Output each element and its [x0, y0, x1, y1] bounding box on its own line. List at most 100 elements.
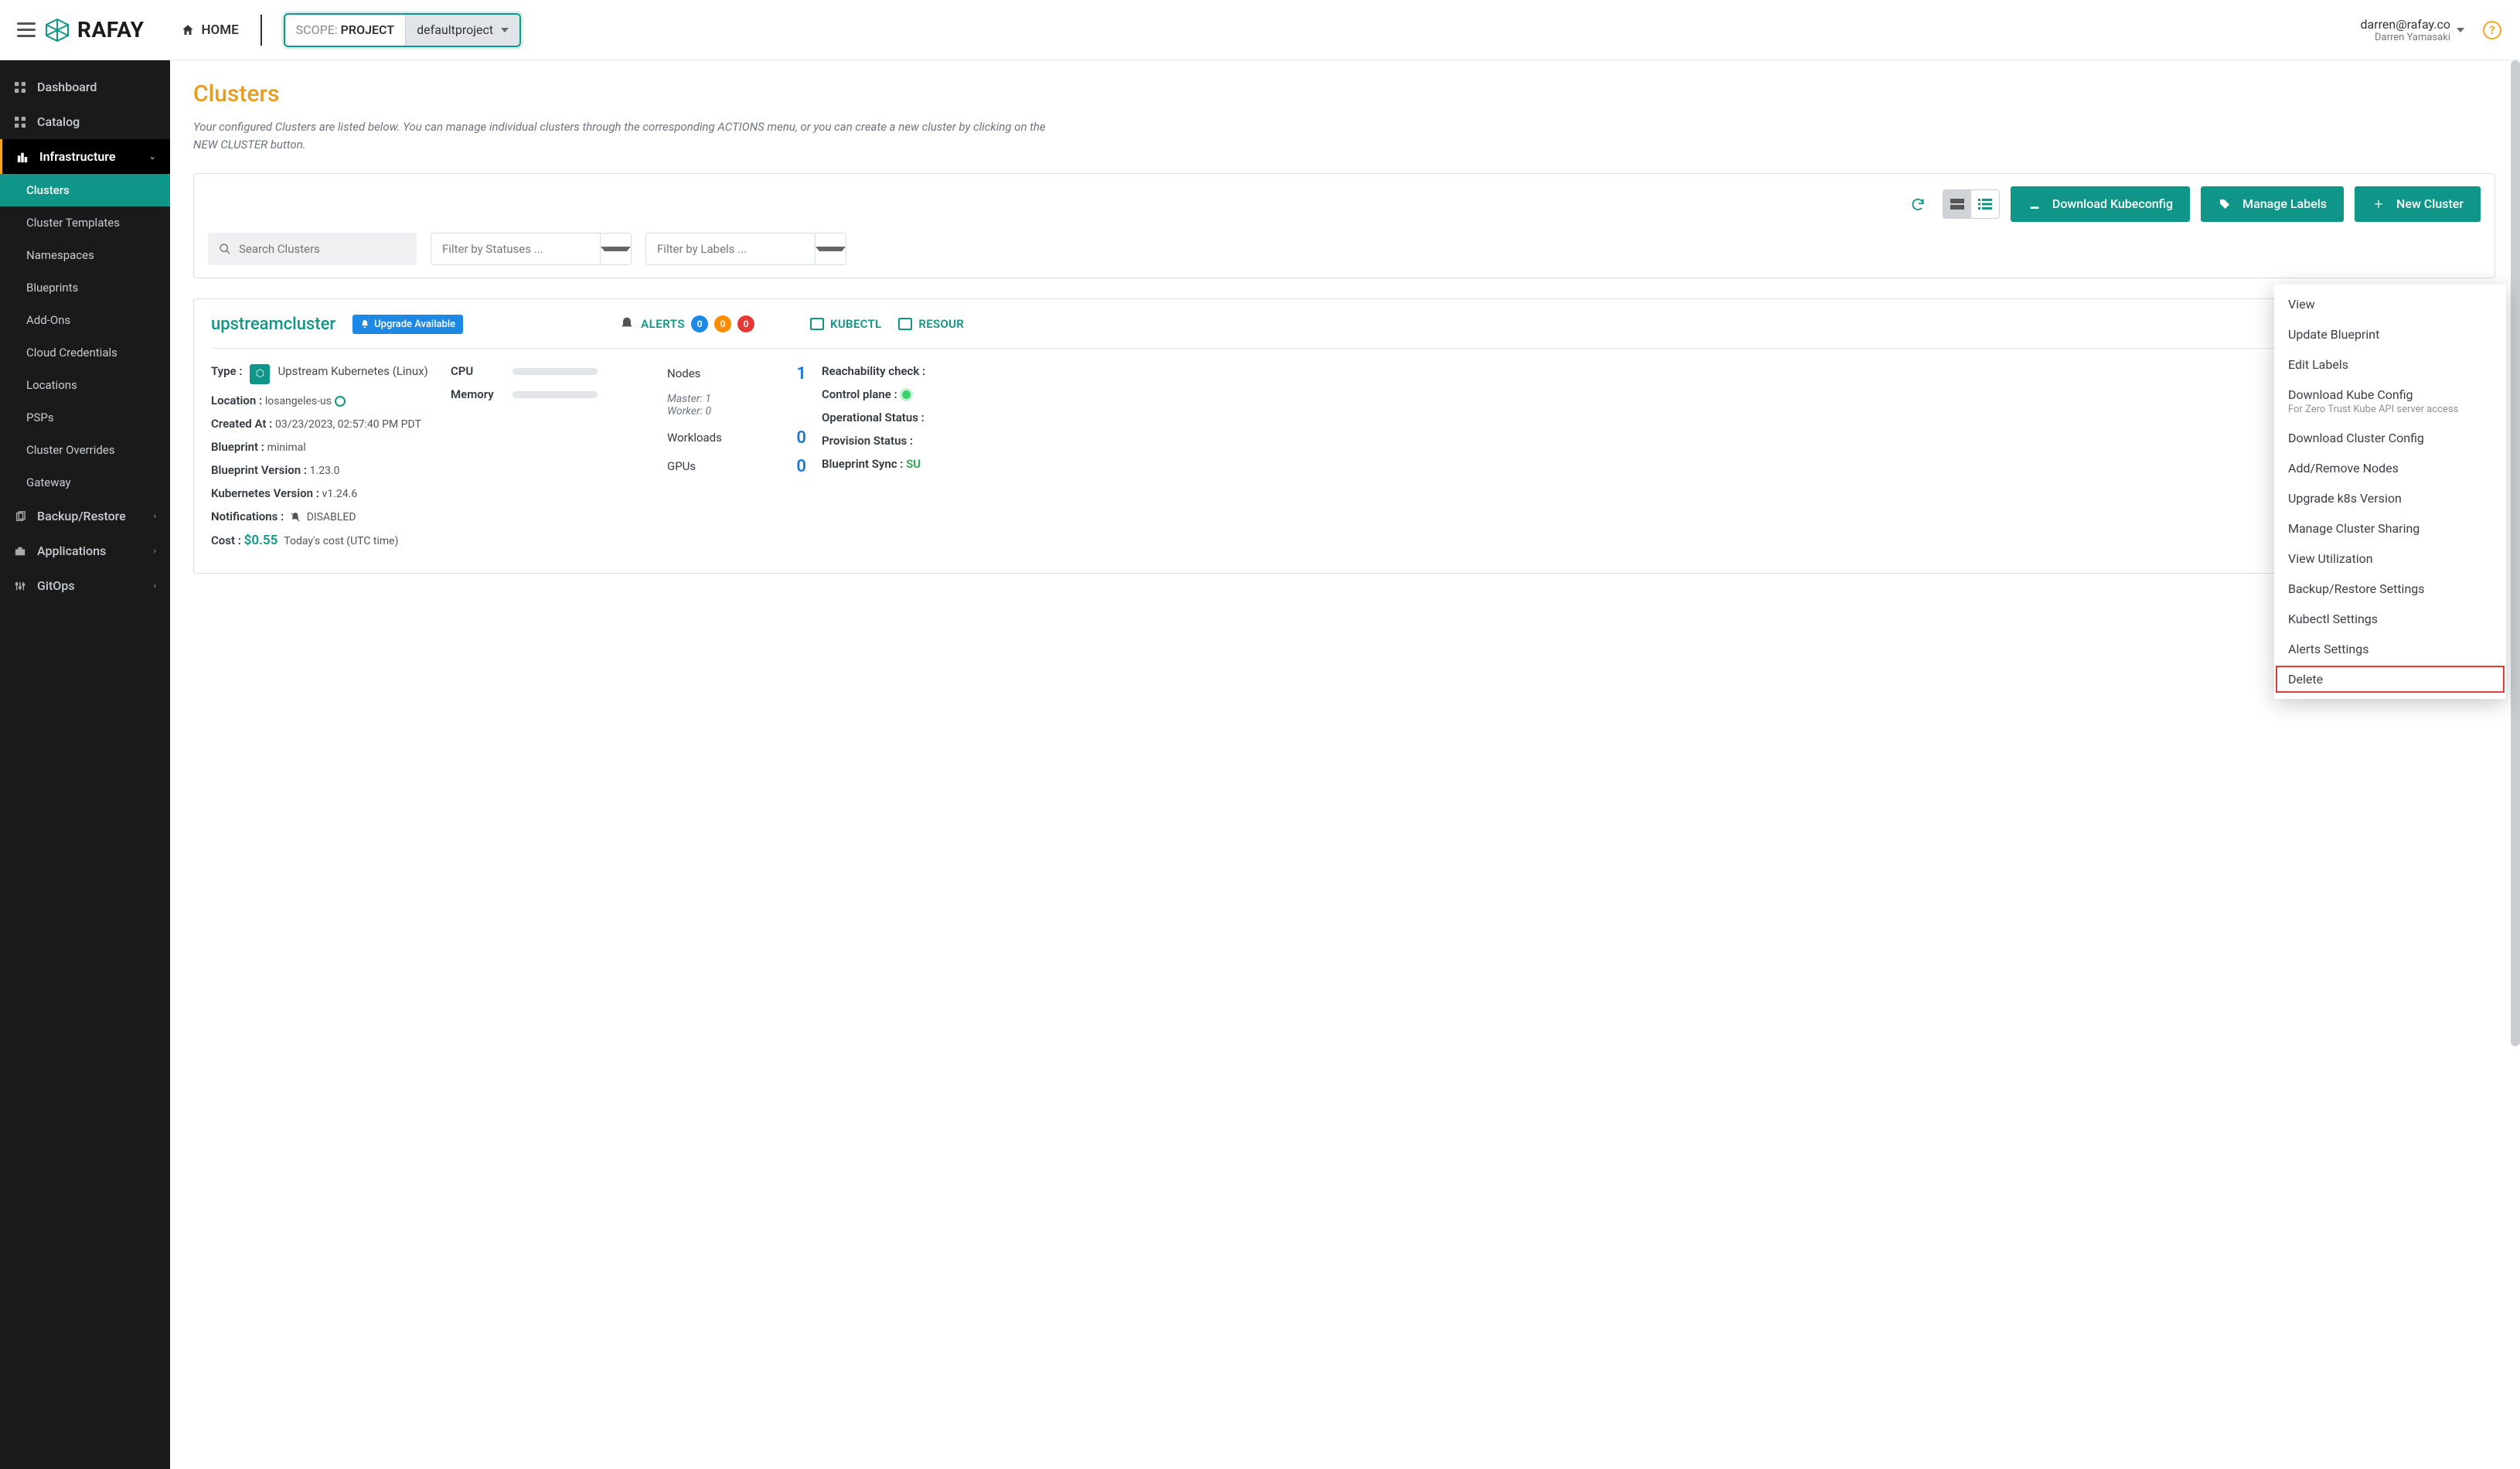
- resources-link[interactable]: RESOUR: [898, 317, 964, 331]
- gpus-count: 0: [796, 457, 806, 476]
- chevron-down-icon[interactable]: [815, 233, 846, 264]
- sidebar-item-backup-restore[interactable]: Backup/Restore›: [0, 499, 170, 533]
- menu-toggle-button[interactable]: [14, 16, 45, 43]
- sidebar-item-cluster-templates[interactable]: Cluster Templates: [0, 206, 170, 239]
- plus-icon: +: [2372, 195, 2385, 213]
- page-description: Your configured Clusters are listed belo…: [193, 118, 1059, 155]
- search-icon: [219, 243, 231, 255]
- alerts-label: ALERTS: [641, 317, 685, 331]
- menu-item-download-kube-config[interactable]: Download Kube ConfigFor Zero Trust Kube …: [2274, 380, 2506, 423]
- home-button[interactable]: HOME: [165, 22, 254, 38]
- sidebar-item-dashboard[interactable]: Dashboard: [0, 70, 170, 104]
- cluster-name-link[interactable]: upstreamcluster: [211, 315, 335, 334]
- workloads-count: 0: [796, 428, 806, 448]
- top-bar: RAFAY HOME SCOPE: PROJECT defaultproject…: [0, 0, 2520, 60]
- filter-labels-select[interactable]: Filter by Labels ...: [645, 233, 846, 265]
- sidebar-item-label: GitOps: [37, 578, 75, 593]
- terminal-icon: [810, 318, 824, 330]
- sidebar-item-catalog[interactable]: Catalog: [0, 104, 170, 139]
- tag-icon: [2218, 198, 2232, 210]
- user-menu[interactable]: darren@rafay.co Darren Yamasaki: [2360, 17, 2464, 43]
- user-email: darren@rafay.co: [2360, 17, 2450, 32]
- sidebar-item-infrastructure[interactable]: Infrastructure⌄: [0, 139, 170, 174]
- menu-item-edit-labels[interactable]: Edit Labels: [2274, 349, 2506, 380]
- sidebar-item-blueprints[interactable]: Blueprints: [0, 271, 170, 304]
- card-view-icon: [1950, 199, 1964, 210]
- briefcase-icon: [14, 546, 26, 557]
- k8s-icon: ⬡: [250, 364, 270, 384]
- menu-item-backup-restore-settings[interactable]: Backup/Restore Settings: [2274, 574, 2506, 604]
- bell-off-icon: [290, 512, 301, 523]
- scope-selector[interactable]: SCOPE: PROJECT defaultproject: [284, 13, 521, 47]
- manage-labels-button[interactable]: Manage Labels: [2201, 186, 2344, 222]
- chevron-icon: ›: [154, 581, 156, 591]
- menu-item-add-remove-nodes[interactable]: Add/Remove Nodes: [2274, 453, 2506, 483]
- alerts-crit-count[interactable]: 0: [737, 315, 754, 332]
- chevron-down-icon[interactable]: [600, 233, 631, 264]
- home-icon: [181, 23, 195, 37]
- upgrade-available-badge[interactable]: Upgrade Available: [352, 315, 463, 334]
- menu-item-download-cluster-config[interactable]: Download Cluster Config: [2274, 423, 2506, 453]
- sidebar-item-label: Applications: [37, 544, 106, 558]
- sidebar: DashboardCatalogInfrastructure⌄ClustersC…: [0, 60, 170, 1469]
- sidebar-item-namespaces[interactable]: Namespaces: [0, 239, 170, 271]
- sidebar-item-label: Dashboard: [37, 80, 97, 94]
- bell-icon: [360, 319, 369, 329]
- sidebar-item-add-ons[interactable]: Add-Ons: [0, 304, 170, 336]
- status-dot-green: [902, 390, 911, 399]
- cluster-counts-col: Nodes1 Master: 1 Worker: 0 Workloads0 GP…: [667, 364, 806, 557]
- refresh-button[interactable]: [1904, 190, 1932, 218]
- chevron-icon: ⌄: [149, 152, 156, 162]
- menu-item-view[interactable]: View: [2274, 289, 2506, 319]
- scope-project-dropdown[interactable]: defaultproject: [405, 15, 519, 46]
- refresh-icon: [1910, 196, 1926, 212]
- menu-item-kubectl-settings[interactable]: Kubectl Settings: [2274, 604, 2506, 634]
- menu-item-view-utilization[interactable]: View Utilization: [2274, 544, 2506, 574]
- list-view-button[interactable]: [1971, 190, 1999, 218]
- menu-item-update-blueprint[interactable]: Update Blueprint: [2274, 319, 2506, 349]
- cost-value: $0.55: [244, 533, 278, 548]
- grid-icon: [14, 82, 26, 93]
- search-field[interactable]: [239, 242, 406, 256]
- city-icon: [16, 152, 29, 162]
- list-icon: [898, 318, 912, 330]
- menu-item-delete[interactable]: Delete: [2274, 664, 2506, 694]
- sidebar-item-cloud-credentials[interactable]: Cloud Credentials: [0, 336, 170, 369]
- search-clusters-input[interactable]: [208, 233, 417, 265]
- menu-item-manage-cluster-sharing[interactable]: Manage Cluster Sharing: [2274, 513, 2506, 544]
- menu-item-alerts-settings[interactable]: Alerts Settings: [2274, 634, 2506, 664]
- filter-status-select[interactable]: Filter by Statuses ...: [431, 233, 632, 265]
- sidebar-item-gateway[interactable]: Gateway: [0, 466, 170, 499]
- blueprint-sync-status: SU: [906, 457, 921, 471]
- toolbar: Download Kubeconfig Manage Labels + New …: [193, 173, 2495, 278]
- download-kubeconfig-button[interactable]: Download Kubeconfig: [2011, 186, 2190, 222]
- sidebar-item-locations[interactable]: Locations: [0, 369, 170, 401]
- new-cluster-button[interactable]: + New Cluster: [2355, 186, 2481, 222]
- sidebar-item-label: Backup/Restore: [37, 509, 126, 523]
- cluster-info-col: Type : ⬡ Upstream Kubernetes (Linux) Loc…: [211, 364, 435, 557]
- kubectl-link[interactable]: KUBECTL: [810, 317, 881, 331]
- scope-label: SCOPE: PROJECT: [285, 15, 405, 46]
- sidebar-item-clusters[interactable]: Clusters: [0, 174, 170, 206]
- divider: [261, 15, 262, 46]
- cluster-status-col: Reachability check : Control plane : Ope…: [822, 364, 2477, 557]
- alerts-warn-count[interactable]: 0: [714, 315, 731, 332]
- sidebar-item-cluster-overrides[interactable]: Cluster Overrides: [0, 434, 170, 466]
- sidebar-item-gitops[interactable]: GitOps ›: [0, 568, 170, 603]
- grid-icon: [14, 117, 26, 128]
- sidebar-item-label: Catalog: [37, 114, 80, 129]
- page-title: Clusters: [193, 80, 2495, 107]
- sidebar-item-applications[interactable]: Applications ›: [0, 533, 170, 568]
- user-name: Darren Yamasaki: [2360, 32, 2450, 43]
- chevron-icon: ›: [154, 546, 156, 556]
- help-button[interactable]: ?: [2483, 21, 2501, 39]
- home-label: HOME: [201, 22, 238, 38]
- alerts-info-count[interactable]: 0: [691, 315, 708, 332]
- menu-item-upgrade-k-s-version[interactable]: Upgrade k8s Version: [2274, 483, 2506, 513]
- logo[interactable]: RAFAY: [45, 17, 144, 43]
- cluster-actions-menu: ViewUpdate BlueprintEdit LabelsDownload …: [2274, 285, 2506, 699]
- sidebar-item-psps[interactable]: PSPs: [0, 401, 170, 434]
- memory-meter: [513, 391, 598, 398]
- card-view-button[interactable]: [1943, 190, 1971, 218]
- list-view-icon: [1978, 199, 1992, 210]
